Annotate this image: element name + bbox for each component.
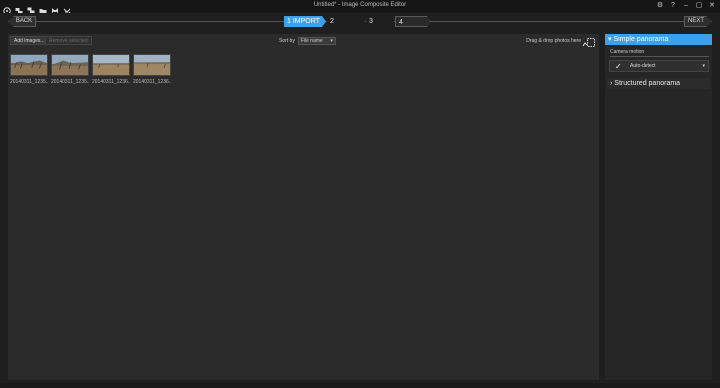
thumbnail-caption: 20140311_1235... (51, 79, 89, 85)
close-icon[interactable]: ✕ (708, 2, 716, 10)
sort-label: Sort by (279, 38, 295, 44)
step-import[interactable]: 1 IMPORT (284, 16, 326, 27)
step-navigation: BACK 1 IMPORT 2 STITCH 3 CROP 4 EXPORT N… (0, 13, 720, 31)
window-title: Untitled* - Image Composite Editor (313, 2, 407, 8)
camera-motion-select[interactable]: ✓ Auto-detect ▾ (609, 60, 709, 72)
import-panel: Add images... Remove selected Sort by Fi… (8, 34, 599, 380)
structured-panorama-label: Structured panorama (614, 80, 681, 87)
thumbnail-item[interactable]: 20140311_1236... (133, 54, 171, 85)
simple-panorama-label: Simple panorama (613, 36, 669, 43)
photo-thumbnail[interactable] (92, 54, 130, 76)
thumbnail-item[interactable]: 20140311_1235... (10, 54, 48, 85)
thumbnail-caption: 20140311_1236... (92, 79, 130, 85)
window-bottom-edge (0, 383, 720, 388)
checkmark-icon: ✓ (615, 62, 622, 71)
panorama-options-panel: ▾ Simple panorama Camera motion ✓ Auto-d… (605, 34, 712, 380)
minimize-icon[interactable]: – (682, 2, 690, 10)
workflow-steps: 1 IMPORT 2 STITCH 3 CROP 4 EXPORT (284, 16, 432, 27)
drop-photos-icon (582, 35, 596, 47)
back-button[interactable]: BACK (8, 16, 36, 27)
sort-control: Sort by File name (279, 37, 336, 45)
collapse-chevron-icon: ▾ (608, 36, 612, 43)
thumbnail-item[interactable]: 20140311_1236... (92, 54, 130, 85)
camera-motion-label: Camera motion (610, 49, 645, 55)
settings-gear-icon[interactable]: ⚙ (656, 2, 664, 10)
photo-thumbnail[interactable] (10, 54, 48, 76)
photo-thumbnail[interactable] (51, 54, 89, 76)
sort-select[interactable]: File name (297, 37, 336, 45)
maximize-icon[interactable]: ▢ (695, 2, 703, 10)
step-crop[interactable]: 3 CROP (366, 16, 394, 27)
add-images-button[interactable]: Add images... (10, 36, 49, 45)
thumbnail-caption: 20140311_1235... (10, 79, 48, 85)
thumbnail-caption: 20140311_1236... (133, 79, 171, 85)
title-bar: Untitled* - Image Composite Editor ⚙ ? –… (0, 0, 720, 15)
import-toolbar: Add images... Remove selected Sort by Fi… (8, 34, 599, 47)
photo-thumbnail[interactable] (133, 54, 171, 76)
camera-motion-divider (610, 56, 709, 57)
step-export[interactable]: 4 EXPORT (395, 16, 431, 27)
remove-selected-button[interactable]: Remove selected (45, 36, 92, 45)
structured-panorama-header[interactable]: › Structured panorama (607, 78, 710, 89)
drop-hint-text: Drag & drop photos here (526, 38, 581, 44)
simple-panorama-header[interactable]: ▾ Simple panorama (605, 34, 712, 45)
chevron-down-icon: ▾ (702, 63, 705, 69)
camera-motion-value: Auto-detect (630, 63, 656, 69)
next-button[interactable]: NEXT (684, 16, 712, 27)
help-icon[interactable]: ? (669, 2, 677, 10)
expand-chevron-icon: › (610, 80, 613, 87)
thumbnail-grid: 20140311_1235... 20140311_1235... 201403… (10, 54, 171, 85)
thumbnail-item[interactable]: 20140311_1235... (51, 54, 89, 85)
step-stitch[interactable]: 2 STITCH (327, 16, 365, 27)
window-controls: ⚙ ? – ▢ ✕ (656, 2, 716, 10)
